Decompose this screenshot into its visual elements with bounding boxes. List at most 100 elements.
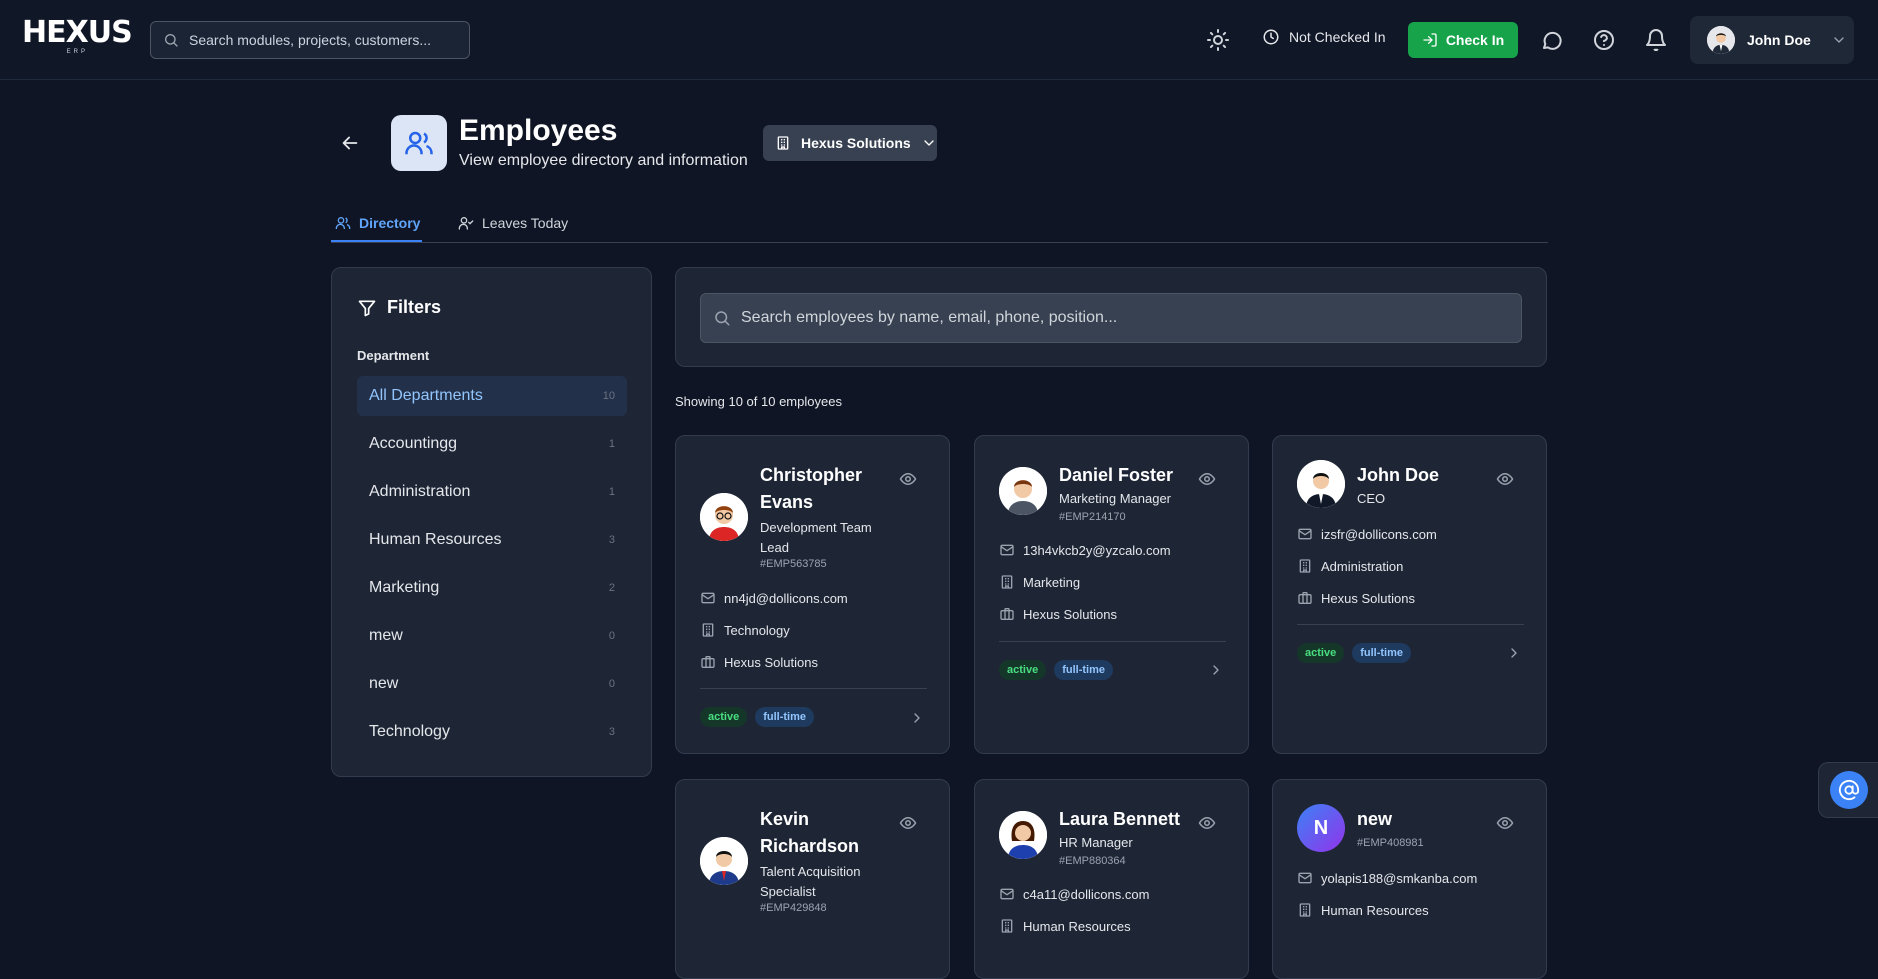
users-icon xyxy=(335,215,351,231)
employee-card[interactable]: Daniel Foster Marketing Manager #EMP2141… xyxy=(974,435,1249,754)
help-icon[interactable] xyxy=(1592,28,1616,52)
building-icon xyxy=(775,135,791,151)
department-count: 3 xyxy=(608,534,615,546)
department-label: Technology xyxy=(369,723,450,740)
employees-page-icon xyxy=(391,115,447,171)
mail-icon xyxy=(999,542,1015,558)
eye-icon[interactable] xyxy=(1198,470,1216,488)
eye-icon[interactable] xyxy=(1496,470,1514,488)
employee-company-row: Hexus Solutions xyxy=(999,606,1117,622)
mail-icon xyxy=(999,886,1015,902)
employment-type-badge: full-time xyxy=(755,707,814,727)
employee-name: Christopher Evans xyxy=(760,465,863,512)
department-count: 2 xyxy=(608,582,615,594)
chat-icon[interactable] xyxy=(1540,28,1564,52)
check-in-label: Check In xyxy=(1445,32,1505,48)
employee-email-row: nn4jd@dollicons.com xyxy=(700,590,848,606)
employee-email-row: izsfr@dollicons.com xyxy=(1297,526,1437,542)
department-count: 0 xyxy=(608,678,615,690)
employee-company-row: Hexus Solutions xyxy=(700,654,818,670)
login-icon xyxy=(1423,33,1437,47)
employee-company-row: Hexus Solutions xyxy=(1297,590,1415,606)
employee-email-row: c4a11@dollicons.com xyxy=(999,886,1149,902)
check-in-button[interactable]: Check In xyxy=(1408,22,1518,58)
employee-role: CEO xyxy=(1357,491,1386,506)
employee-id: #EMP429848 xyxy=(760,902,827,914)
at-sign-icon xyxy=(1829,771,1868,809)
eye-icon[interactable] xyxy=(1198,814,1216,832)
employee-search[interactable] xyxy=(700,293,1522,343)
bell-icon[interactable] xyxy=(1644,28,1668,52)
mail-icon xyxy=(1297,870,1313,886)
department-filter-accountingg[interactable]: Accountingg 1 xyxy=(357,424,627,464)
global-search[interactable] xyxy=(150,21,470,59)
status-badge: active xyxy=(999,660,1047,680)
user-check-icon xyxy=(458,217,474,230)
department-filter-marketing[interactable]: Marketing 2 xyxy=(357,568,627,608)
theme-toggle-sun-icon[interactable] xyxy=(1206,28,1230,52)
department-filter-mew[interactable]: mew 0 xyxy=(357,616,627,656)
chevron-right-icon[interactable] xyxy=(1506,645,1522,661)
page-subtitle: View employee directory and information xyxy=(459,152,748,169)
active-tab-indicator xyxy=(331,240,422,242)
top-bar: HEXUS ERP Not Checked In Check In John D… xyxy=(0,0,1878,80)
employee-name: new xyxy=(1357,809,1393,829)
status-text: Not Checked In xyxy=(1289,29,1386,45)
employee-email-row: 13h4vkcb2y@yzcalo.com xyxy=(999,542,1171,558)
employee-id: #EMP880364 xyxy=(1059,855,1126,867)
department-filter-new[interactable]: new 0 xyxy=(357,664,627,704)
employee-avatar xyxy=(700,493,748,541)
floating-mention-button[interactable] xyxy=(1818,762,1878,818)
back-arrow-icon[interactable] xyxy=(339,132,361,154)
department-label: Accountingg xyxy=(369,435,458,452)
tab-leaves-today[interactable]: Leaves Today xyxy=(458,215,568,231)
check-in-status: Not Checked In xyxy=(1262,28,1386,46)
employee-card[interactable]: N new #EMP408981 yolapis188@smkanba.com … xyxy=(1272,779,1547,979)
user-menu[interactable]: John Doe xyxy=(1690,16,1854,64)
eye-icon[interactable] xyxy=(899,814,917,832)
status-badge: active xyxy=(1297,643,1345,663)
tab-directory[interactable]: Directory xyxy=(335,215,420,231)
chevron-right-icon[interactable] xyxy=(1208,662,1224,678)
employee-department-row: Administration xyxy=(1297,558,1403,574)
status-badge: active xyxy=(700,707,748,727)
eye-icon[interactable] xyxy=(899,470,917,488)
department-filter-administration[interactable]: Administration 1 xyxy=(357,472,627,512)
employee-role: Development Team Lead xyxy=(760,520,872,555)
global-search-input[interactable] xyxy=(189,32,449,48)
department-count: 10 xyxy=(602,390,615,402)
building-icon xyxy=(999,918,1015,934)
chevron-right-icon[interactable] xyxy=(909,710,925,726)
clock-icon xyxy=(1263,29,1279,45)
employee-avatar xyxy=(700,837,748,885)
employee-card[interactable]: John Doe CEO izsfr@dollicons.com Adminis… xyxy=(1272,435,1547,754)
department-label: new xyxy=(369,675,399,692)
employee-email: nn4jd@dollicons.com xyxy=(724,590,848,606)
page-title: Employees xyxy=(459,114,618,147)
briefcase-icon xyxy=(700,654,716,670)
department-filter-all[interactable]: All Departments 10 xyxy=(357,376,627,416)
department-filter-human-resources[interactable]: Human Resources 3 xyxy=(357,520,627,560)
department-section-label: Department xyxy=(357,348,430,363)
department-label: All Departments xyxy=(369,387,483,404)
employee-role: Marketing Manager xyxy=(1059,491,1171,506)
tab-bar: Directory Leaves Today xyxy=(331,205,1548,243)
eye-icon[interactable] xyxy=(1496,814,1514,832)
department-label: Marketing xyxy=(369,579,440,596)
employee-avatar xyxy=(999,467,1047,515)
search-icon xyxy=(713,309,731,327)
employee-card[interactable]: Kevin Richardson Talent Acquisition Spec… xyxy=(675,779,950,979)
employee-search-input[interactable] xyxy=(741,309,1501,327)
logo-text: HEXUS xyxy=(22,15,133,50)
results-count: Showing 10 of 10 employees xyxy=(675,394,842,409)
company-selector[interactable]: Hexus Solutions xyxy=(763,125,937,161)
mail-icon xyxy=(700,590,716,606)
building-icon xyxy=(999,574,1015,590)
employee-card[interactable]: Laura Bennett HR Manager #EMP880364 c4a1… xyxy=(974,779,1249,979)
department-label: Human Resources xyxy=(369,531,502,548)
department-filter-technology[interactable]: Technology 3 xyxy=(357,712,627,752)
hexus-logo[interactable]: HEXUS ERP xyxy=(22,15,133,62)
department-label: Administration xyxy=(369,483,471,500)
employee-card[interactable]: Christopher Evans Development Team Lead … xyxy=(675,435,950,754)
employee-department-row: Human Resources xyxy=(1297,902,1429,918)
